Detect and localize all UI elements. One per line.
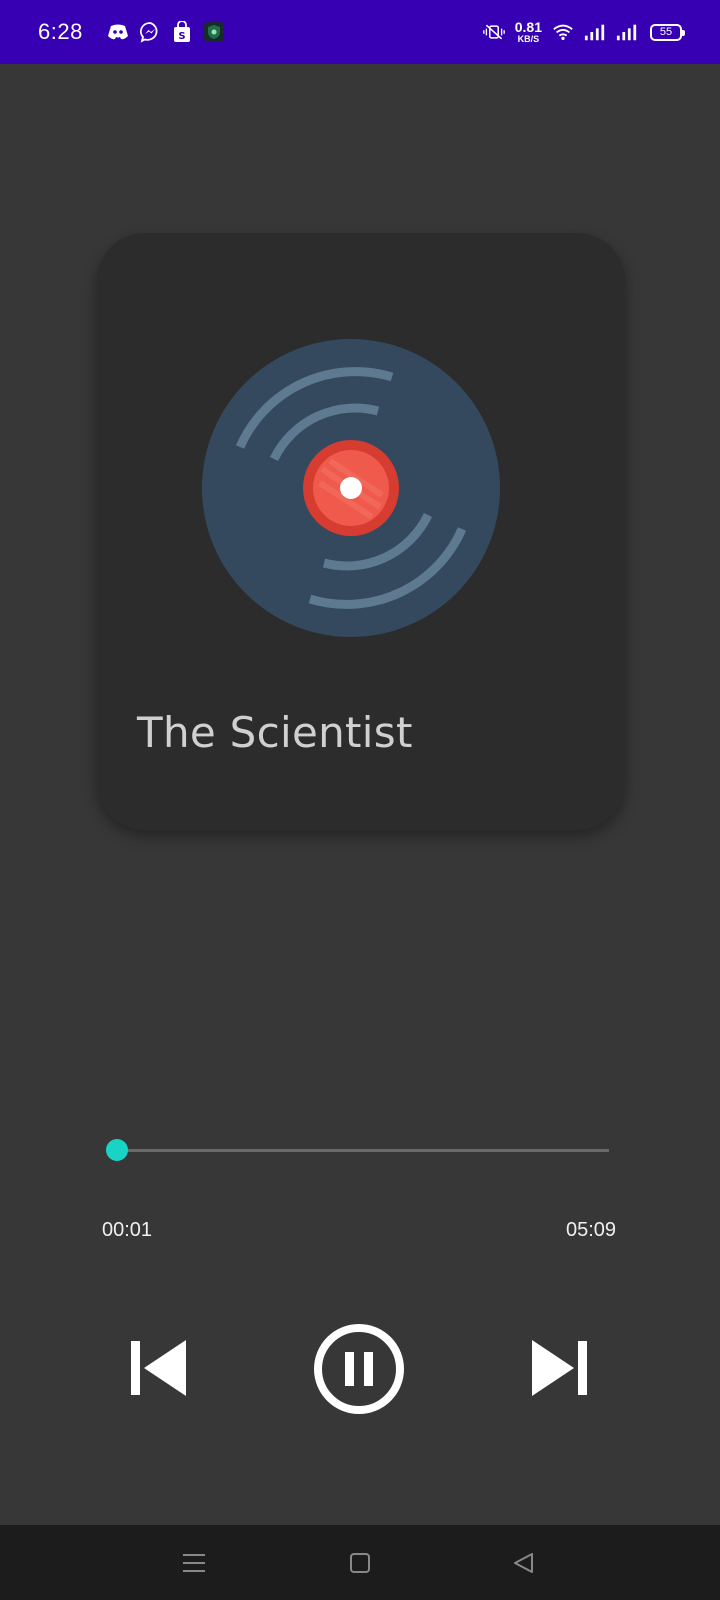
wifi-icon	[552, 21, 574, 43]
home-button[interactable]	[345, 1548, 375, 1578]
status-right: 0.81 KB/S 55	[482, 20, 685, 44]
next-button[interactable]	[530, 1336, 594, 1400]
messenger-icon	[139, 21, 161, 43]
back-button[interactable]	[508, 1548, 538, 1578]
shield-app-icon	[203, 21, 225, 43]
skip-next-icon	[532, 1340, 587, 1396]
home-icon	[350, 1553, 370, 1573]
album-card: The Scientist	[97, 233, 625, 830]
status-bar: 6:28 S 0.81 KB/S 55	[0, 0, 720, 64]
menu-button[interactable]	[179, 1548, 209, 1578]
status-left: 6:28 S	[38, 19, 225, 45]
previous-button[interactable]	[124, 1336, 188, 1400]
song-title: The Scientist	[137, 708, 413, 757]
network-speed: 0.81 KB/S	[515, 20, 542, 44]
vinyl-record-icon	[202, 339, 500, 637]
discord-icon	[107, 21, 129, 43]
pause-circle-icon	[314, 1324, 404, 1414]
music-player-screen: 6:28 S 0.81 KB/S 55 The Scientist 00:01 …	[0, 0, 720, 1600]
battery-level: 55	[659, 26, 673, 38]
menu-icon	[183, 1554, 205, 1572]
signal-2-icon	[616, 21, 638, 43]
vibrate-mute-icon	[482, 21, 505, 43]
signal-1-icon	[584, 21, 606, 43]
seek-track[interactable]	[115, 1149, 609, 1152]
navigation-bar	[0, 1525, 720, 1600]
svg-text:S: S	[178, 31, 185, 42]
total-time: 05:09	[566, 1219, 617, 1241]
status-time: 6:28	[38, 19, 83, 44]
back-icon	[514, 1553, 533, 1573]
shopping-bag-icon: S	[171, 21, 193, 43]
seek-thumb[interactable]	[106, 1139, 128, 1161]
battery-icon: 55	[650, 23, 685, 41]
network-speed-value: 0.81	[514, 19, 542, 35]
pause-button[interactable]	[312, 1322, 406, 1416]
seek-bar[interactable]	[105, 1136, 609, 1164]
network-speed-unit: KB/S	[517, 34, 540, 44]
current-time: 00:01	[102, 1219, 153, 1241]
skip-previous-icon	[131, 1340, 186, 1396]
